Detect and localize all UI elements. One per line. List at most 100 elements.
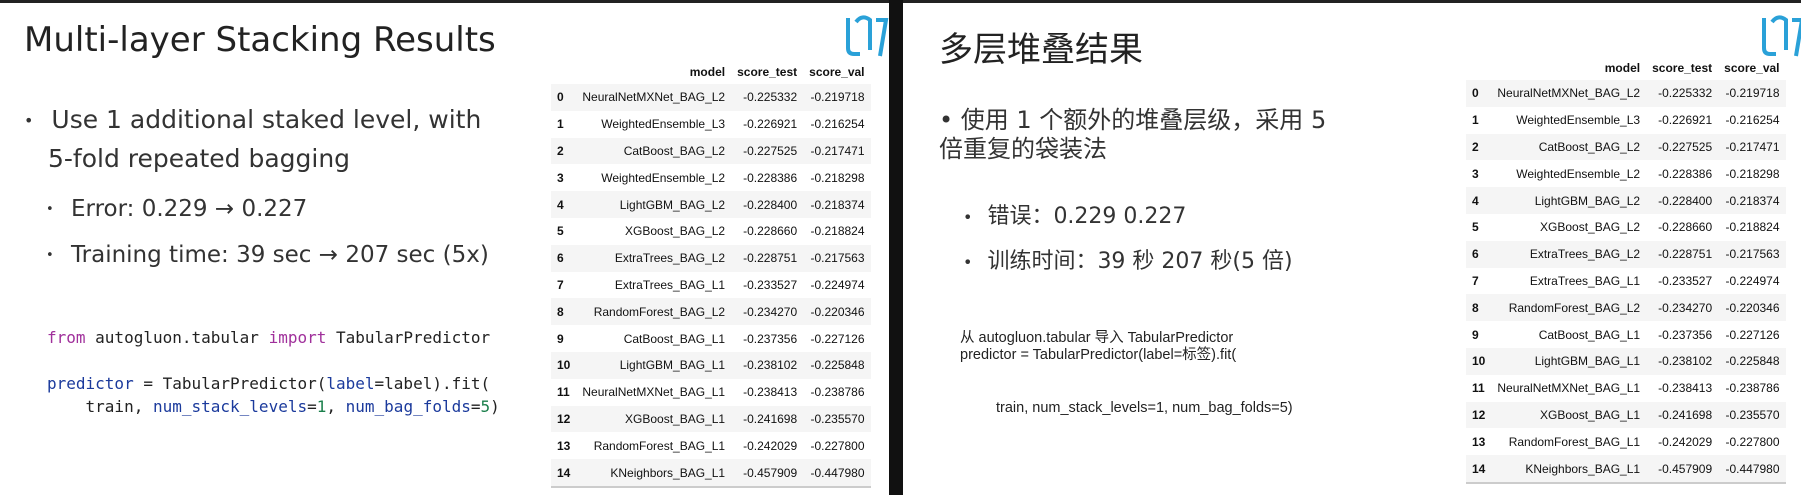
code-keyword: from [47,328,86,347]
table-row: 7 ExtraTrees_BAG_L1 -0.233527 -0.224974 [551,272,871,299]
sub-bullet-time: • 训练时间：39 秒 207 秒(5 倍) [963,243,1293,275]
table-cell: -0.219718 [1725,86,1780,101]
table-cell: -0.228751 [743,251,798,266]
row-index: 2 [557,143,564,158]
column-header-index [551,60,576,84]
table-cell: -0.242029 [743,438,798,453]
table-row: 2 CatBoost_BAG_L2 -0.227525 -0.217471 [551,137,871,165]
row-index: 6 [557,251,564,266]
table-row: 6 ExtraTrees_BAG_L2 -0.228751 -0.217563 [1466,240,1786,268]
sub-bullet-dot: • [963,207,973,227]
table-cell: -0.217563 [810,251,865,266]
table-row: 1 WeightedEnsemble_L3 -0.226921 -0.216254 [1466,107,1786,134]
table-cell: -0.227126 [810,331,865,346]
code-text: TabularPredictor [326,328,491,347]
row-index: 7 [557,277,564,292]
table-cell: ExtraTrees_BAG_L2 [614,251,726,266]
table-cell: -0.237356 [1658,327,1713,342]
table-cell: WeightedEnsemble_L3 [1516,113,1641,128]
code-number: 5 [480,397,491,416]
table-cell: -0.220346 [1725,300,1780,315]
row-index: 3 [1472,166,1479,181]
sub-bullet-error-text: Error: 0.229 → 0.227 [70,196,308,222]
column-header-model: model [1604,61,1641,75]
row-index: 5 [557,224,564,239]
table-cell: -0.237356 [743,331,798,346]
table-row: 7 ExtraTrees_BAG_L1 -0.233527 -0.224974 [1466,268,1786,295]
table-cell: XGBoost_BAG_L2 [1540,220,1641,235]
table-cell: -0.228386 [743,170,798,185]
table-row: 14 KNeighbors_BAG_L1 -0.457909 -0.447980 [551,459,871,487]
table-cell: -0.228660 [1658,220,1713,235]
table-row: 0 NeuralNetMXNet_BAG_L2 -0.225332 -0.219718 [1466,80,1786,107]
column-header-score_test: score_test [1652,61,1713,75]
table-cell: -0.216254 [1725,113,1780,128]
aws-logo-icon [1762,15,1801,57]
table-cell: LightGBM_BAG_L1 [1534,354,1641,369]
table-cell: -0.238786 [810,385,865,400]
bullet-stack-level: • Use 1 additional staked level, with 5-… [24,101,481,178]
row-index: 0 [557,90,564,105]
table-cell: -0.234270 [743,304,798,319]
table-cell: -0.447980 [810,465,865,480]
sub-bullet-time: • Training time: 39 sec → 207 sec (5x) [46,242,489,268]
code-text: =label).fit( [374,374,491,393]
sub-bullet-time-text: 训练时间：39 秒 207 秒(5 倍) [987,249,1293,274]
code-param: label [326,374,375,393]
table-cell: -0.234270 [1658,300,1713,315]
table-cell: -0.220346 [810,304,865,319]
table-cell: -0.216254 [810,117,865,132]
table-row: 10 LightGBM_BAG_L1 -0.238102 -0.225848 [1466,347,1786,375]
bullet-text-line2: 5-fold repeated bagging [48,144,351,173]
table-cell: -0.226921 [743,117,798,132]
table-cell: -0.227800 [810,438,865,453]
code-param: num_stack_levels [152,397,308,416]
table-row: 14 KNeighbors_BAG_L1 -0.457909 -0.447980 [1466,455,1786,483]
row-index: 4 [557,197,564,212]
table-cell: ExtraTrees_BAG_L2 [1529,247,1641,262]
table-row: 4 LightGBM_BAG_L2 -0.228400 -0.218374 [551,191,871,218]
table-cell: -0.226921 [1658,113,1713,128]
row-index: 13 [557,438,571,453]
table-row: 12 XGBoost_BAG_L1 -0.241698 -0.235570 [551,405,871,433]
table-cell: -0.241698 [743,411,798,426]
code-text: autogluon.tabular [85,328,269,347]
code-block: from autogluon.tabular import TabularPre… [47,326,500,418]
table-cell: -0.233527 [743,277,798,292]
row-index: 6 [1472,247,1479,262]
table-cell: RandomForest_BAG_L2 [1508,300,1641,315]
row-index: 13 [1472,434,1486,449]
code-text: train, [47,397,153,416]
table-cell: LightGBM_BAG_L2 [1534,193,1641,208]
table-row: 11 NeuralNetMXNet_BAG_L1 -0.238413 -0.23878… [1466,375,1786,402]
table-cell: -0.225848 [1725,354,1780,369]
table-cell: -0.218298 [810,170,865,185]
bullet-dot: • [24,111,34,130]
table-cell: -0.241698 [1658,407,1713,422]
row-index: 0 [1472,86,1479,101]
row-index: 14 [1472,461,1486,476]
sub-bullet-error: • Error: 0.229 → 0.227 [46,196,307,222]
row-index: 4 [1472,193,1479,208]
sub-bullet-error: • 错误：0.229 0.227 [963,198,1186,230]
code-number: 1 [316,397,327,416]
table-cell: RandomForest_BAG_L2 [593,304,726,319]
bullet-text-line2: 倍重复的袋装法 [939,135,1107,163]
table-cell: CatBoost_BAG_L2 [623,143,726,158]
table-cell: XGBoost_BAG_L2 [625,224,726,239]
table-cell: ExtraTrees_BAG_L1 [614,277,726,292]
table-cell: -0.227525 [743,143,798,158]
code-text: , [326,397,346,416]
table-row: 6 ExtraTrees_BAG_L2 -0.228751 -0.217563 [551,244,871,272]
sub-bullet-dot: • [46,248,54,263]
table-cell: -0.238786 [1725,381,1780,396]
table-row: 3 WeightedEnsemble_L2 -0.228386 -0.218298 [1466,160,1786,187]
column-header-score_test: score_test [737,65,798,79]
table-cell: -0.238102 [743,358,798,373]
table-cell: LightGBM_BAG_L1 [619,358,726,373]
results-table: model score_test score_val 0 NeuralNetMXNet… [1466,56,1786,484]
row-index: 9 [557,331,564,346]
table-cell: -0.242029 [1658,434,1713,449]
code-line-3: train, num_stack_levels=1, num_bag_folds… [996,400,1293,416]
row-index: 7 [1472,273,1479,288]
